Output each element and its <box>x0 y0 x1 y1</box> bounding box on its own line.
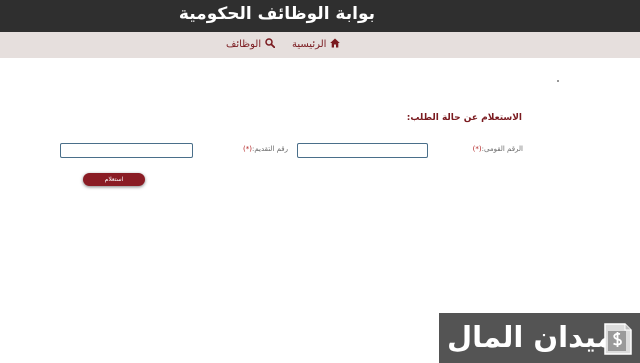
nav-home-label: الرئيسية <box>292 39 327 50</box>
national-id-label-text: الرقم القومى: <box>481 145 523 153</box>
national-id-input[interactable] <box>297 143 428 158</box>
required-marker: (*) <box>472 145 482 153</box>
money-document-icon <box>601 320 635 358</box>
inquiry-submit-button[interactable]: استعلام <box>83 173 145 186</box>
inquiry-section-title: الاستعلام عن حالة الطلب: <box>406 113 522 123</box>
nav-home-link[interactable]: الرئيسية <box>292 38 341 51</box>
nav-jobs-link[interactable]: الوظائف <box>226 38 276 51</box>
application-number-label: رقم التقديم:(*) <box>238 145 288 153</box>
main-navigation: الرئيسية الوظائف <box>0 32 640 58</box>
top-header-bar: بوابة الوظائف الحكومية <box>0 0 640 32</box>
nav-jobs-label: الوظائف <box>226 39 262 50</box>
application-number-label-text: رقم التقديم: <box>252 145 288 153</box>
application-number-input[interactable] <box>60 143 193 158</box>
ad-banner-text: ميدان المال <box>447 320 615 354</box>
national-id-label: الرقم القومى:(*) <box>470 145 523 153</box>
home-icon <box>330 38 341 51</box>
required-marker: (*) <box>243 145 253 153</box>
site-title: بوابة الوظائف الحكومية <box>178 4 375 24</box>
stray-dot <box>557 80 559 82</box>
search-icon <box>265 38 276 51</box>
ad-banner[interactable]: ميدان المال <box>439 313 640 363</box>
